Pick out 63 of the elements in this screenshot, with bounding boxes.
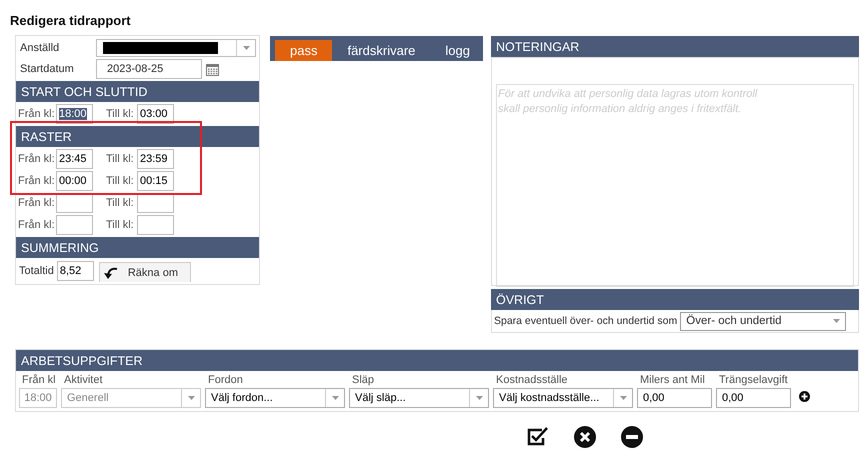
section-header: ÖVRIGT <box>491 289 859 310</box>
dropdown-caret-icon <box>620 396 626 400</box>
total-field: 8,52 <box>56 261 94 281</box>
field-label: Anställd <box>20 42 60 54</box>
undo-arrow-icon <box>104 266 118 278</box>
dropdown-caret-icon <box>833 319 840 323</box>
select-field[interactable]: Välj släp... <box>349 388 489 408</box>
section-header: SUMMERING <box>16 237 259 258</box>
input-field[interactable]: 0,00 <box>716 388 791 408</box>
column-label: Fordon <box>207 374 244 386</box>
date-field[interactable]: 2023-08-25 <box>96 59 202 79</box>
select-field[interactable]: Välj kostnadsställe... <box>493 388 633 408</box>
field-label: Till kl: <box>106 197 135 209</box>
page-title: Redigera tidrapport <box>9 12 132 30</box>
field-label: Från kl: <box>18 108 56 120</box>
field-label: Startdatum <box>20 63 75 75</box>
field-label: Spara eventuell över- och undertid som <box>494 315 678 327</box>
time-field[interactable]: 18:00 <box>56 104 93 124</box>
column-label: Från kl <box>21 374 57 386</box>
minus-circle-icon[interactable] <box>621 426 643 448</box>
section-header: START OCH SLUTTID <box>16 81 259 102</box>
section-header: ARBETSUPPGIFTER <box>16 350 858 371</box>
column-label: Släp <box>351 374 376 386</box>
section-header: RASTER <box>16 126 259 147</box>
dropdown-caret-icon <box>476 396 482 400</box>
time-field[interactable]: 00:00 <box>56 171 93 191</box>
checkbox-check-icon[interactable] <box>527 426 549 446</box>
time-field[interactable] <box>56 215 93 235</box>
section-header: NOTERINGAR <box>491 36 859 57</box>
dropdown-caret-icon <box>242 46 250 50</box>
field-label: Från kl: <box>18 219 56 231</box>
field-label: Från kl: <box>18 197 56 209</box>
field-label: Från kl: <box>18 153 56 165</box>
field-label: Till kl: <box>106 153 135 165</box>
field-label: Från kl: <box>18 175 56 187</box>
dropdown-caret-icon <box>188 396 194 400</box>
column-label: Aktivitet <box>63 374 104 386</box>
time-field[interactable]: 23:59 <box>137 149 174 169</box>
recalculate-button[interactable]: Räkna om <box>98 262 191 282</box>
input-field[interactable]: 0,00 <box>637 388 712 408</box>
add-icon[interactable] <box>799 391 810 402</box>
time-field[interactable]: 23:45 <box>56 149 93 169</box>
tab[interactable]: färdskrivare <box>332 40 430 61</box>
column-label: Milers ant Mil <box>639 374 706 386</box>
field-label: Till kl: <box>106 219 135 231</box>
field-label: Totaltid <box>19 265 54 277</box>
time-field[interactable] <box>137 193 174 213</box>
tab[interactable]: pass <box>275 40 332 61</box>
overtime-select[interactable]: Över- och undertid <box>680 312 846 330</box>
employee-select[interactable] <box>96 39 256 57</box>
time-field[interactable] <box>56 193 93 213</box>
close-icon[interactable] <box>574 426 596 448</box>
select-field[interactable]: Välj fordon... <box>205 388 345 408</box>
field-label: Till kl: <box>106 108 135 120</box>
time-field[interactable]: 00:15 <box>137 171 174 191</box>
column-label: Trängselavgift <box>718 374 789 386</box>
calendar-icon[interactable] <box>206 62 219 76</box>
column-label: Kostnadsställe <box>495 374 569 386</box>
field-label: Till kl: <box>106 175 135 187</box>
tab[interactable]: logg <box>430 40 485 61</box>
time-field[interactable]: 03:00 <box>137 104 174 124</box>
time-field[interactable] <box>137 215 174 235</box>
dropdown-caret-icon <box>332 396 338 400</box>
